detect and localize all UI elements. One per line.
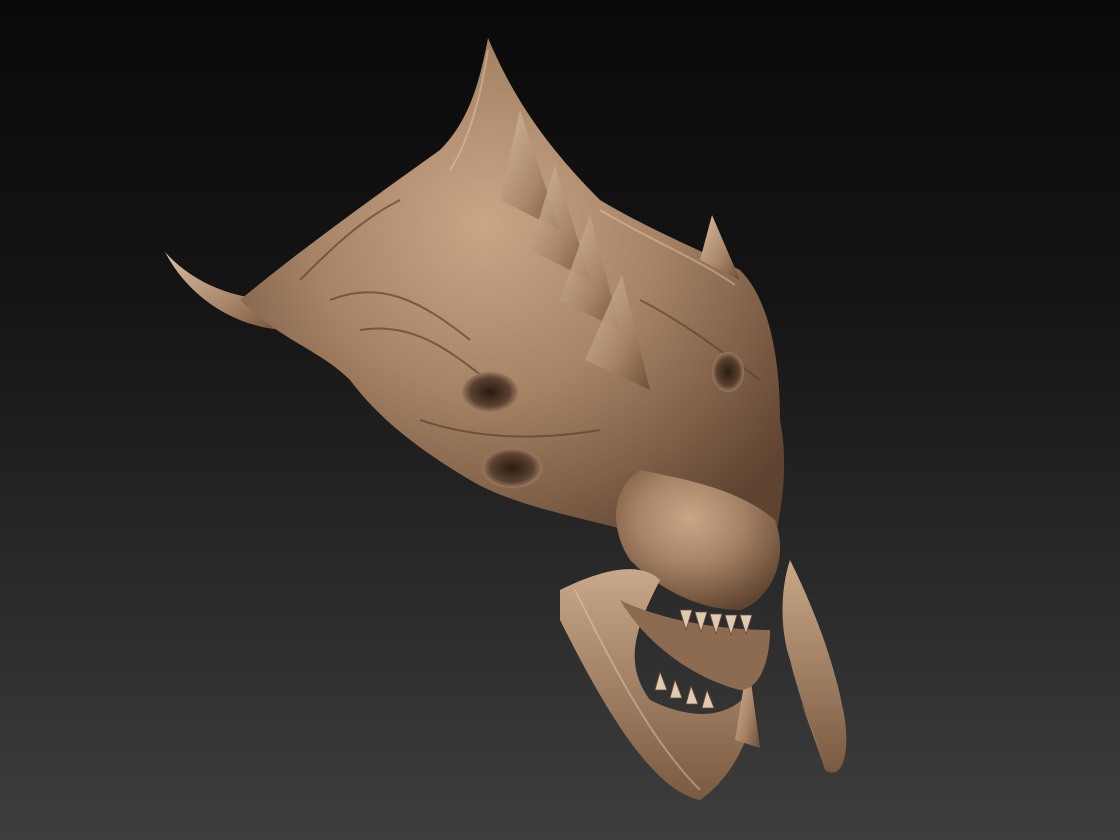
eye-socket-upper bbox=[462, 372, 518, 412]
right-mandible bbox=[782, 560, 847, 773]
eye-socket-right bbox=[712, 352, 744, 392]
creature-sculpture bbox=[165, 38, 847, 800]
eye-socket-lower bbox=[482, 448, 542, 488]
inner-jaw bbox=[620, 600, 770, 690]
sculpt-viewport[interactable] bbox=[0, 0, 1120, 840]
